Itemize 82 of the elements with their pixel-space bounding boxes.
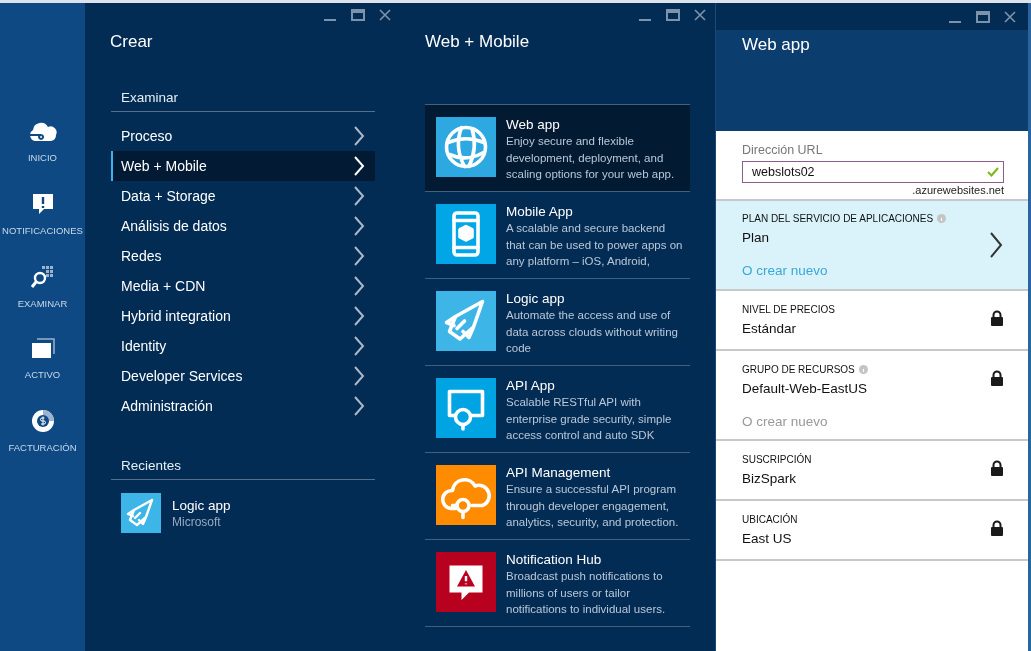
form-row[interactable]: SUSCRIPCIÓN BizSpark [716, 441, 1028, 501]
create-new-link: O crear nuevo [742, 414, 828, 429]
field-label: PLAN DEL SERVICIO DE APLICACIONES [742, 213, 934, 224]
field-value: Estándar [742, 321, 798, 336]
recent-subtitle: Microsoft [172, 514, 222, 529]
item-description: Broadcast push notifications to millions of users or tailor notifications to individual users. [506, 569, 667, 617]
maximize-icon[interactable] [666, 9, 680, 21]
chevron-icon [353, 186, 365, 206]
form-row[interactable]: NIVEL DE PRECIOS Estándar [716, 291, 1028, 351]
menu-item[interactable]: Redes [111, 241, 375, 271]
search-icon[interactable] [29, 265, 56, 289]
chevron-icon [353, 306, 365, 326]
gallery-item[interactable]: Notification Hub Broadcast push notifications to millions of users or tailor notifications to individual users. [425, 540, 690, 627]
menu-item[interactable]: Web + Mobile [111, 151, 375, 181]
close-icon[interactable] [694, 9, 706, 21]
item-description: Automate the access and use of data across clouds without writing code [506, 308, 679, 356]
field-value: BizSpark [742, 471, 798, 486]
section-heading: Examinar [111, 90, 375, 112]
field-value: East US [742, 531, 793, 546]
domain-suffix: .azurewebsites.net [911, 184, 1004, 196]
item-title: Web app [506, 117, 561, 132]
field-label: UBICACIÓN [742, 514, 798, 525]
item-description: A scalable and secure backend that can be used to power apps on any platform – iOS, Android, [506, 221, 684, 269]
blade-title: Web app [742, 35, 811, 55]
chevron-icon [353, 276, 365, 296]
coin-icon[interactable] [30, 409, 55, 433]
item-description: Enjoy secure and flexible development, deployment, and scaling options for your web app. [506, 134, 676, 182]
field-label: GRUPO DE RECURSOS [742, 364, 855, 375]
sidebar-label[interactable]: FACTURACIÓN [8, 442, 77, 453]
notification-icon[interactable] [30, 192, 55, 216]
gallery-item[interactable]: Web app Enjoy secure and flexible development, deployment, and scaling options for your web app. [425, 105, 690, 192]
lock-icon [990, 460, 1004, 476]
gallery-item[interactable]: Logic app Automate the access and use of data across clouds without writing code [425, 279, 690, 366]
sidebar-label[interactable]: EXAMINAR [17, 298, 68, 309]
url-input-field[interactable]: webslots02 [742, 161, 1004, 183]
item-title: API App [506, 378, 556, 393]
menu-item[interactable]: Identity [111, 331, 375, 361]
item-title: Notification Hub [506, 552, 603, 567]
menu-item[interactable]: Análisis de datos [111, 211, 375, 241]
chevron-icon [353, 246, 365, 266]
menu-item[interactable]: Media + CDN [111, 271, 375, 301]
section-heading: Recientes [111, 458, 375, 480]
recent-title[interactable]: Logic app [172, 497, 231, 513]
menu-item[interactable]: Data + Storage [111, 181, 375, 211]
close-icon[interactable] [379, 9, 391, 21]
gallery-item[interactable]: API App Scalable RESTful API with enterprise grade security, simple access control and auto SDK [425, 366, 690, 453]
item-description: Scalable RESTful API with enterprise grade security, simple access control and auto SDK [506, 395, 673, 443]
sidebar-label[interactable]: ACTIVO [24, 369, 61, 380]
chevron-icon [353, 216, 365, 236]
form-row[interactable]: UBICACIÓN East US [716, 501, 1028, 561]
chevron-icon [353, 366, 365, 386]
chevron-icon [353, 336, 365, 356]
close-icon[interactable] [1004, 10, 1016, 23]
gallery-item[interactable]: API Management Ensure a successful API program through developer engagement, analytics, security, and protection. [425, 453, 690, 540]
maximize-icon[interactable] [976, 10, 990, 23]
blade-title: Web + Mobile [425, 32, 531, 52]
item-description: Ensure a successful API program through developer engagement, analytics, security, and protection. [506, 482, 680, 530]
field-value: Default-Web-EastUS [742, 381, 869, 396]
menu-item[interactable]: Developer Services [111, 361, 375, 391]
item-title: API Management [506, 465, 612, 480]
chevron-icon [353, 396, 365, 416]
gallery-item[interactable]: Mobile App A scalable and secure backend that can be used to power apps on any platform – iOS, Android, [425, 192, 690, 279]
menu-item[interactable]: Administración [111, 391, 375, 421]
item-title: Logic app [506, 291, 566, 306]
windows-icon[interactable] [30, 338, 55, 360]
item-title: Mobile App [506, 204, 574, 219]
lock-icon [990, 370, 1004, 386]
lock-icon [990, 520, 1004, 536]
field-label: NIVEL DE PRECIOS [742, 304, 835, 315]
lock-icon [990, 310, 1004, 326]
field-label: Dirección URL [742, 143, 823, 157]
maximize-icon[interactable] [351, 9, 365, 21]
sidebar-label[interactable]: INICIO [28, 152, 57, 163]
field-value: Plan [742, 230, 771, 245]
sidebar-label[interactable]: NOTIFICACIONES [2, 225, 83, 236]
menu-item[interactable]: Proceso [111, 121, 375, 151]
chevron-icon [989, 232, 1003, 258]
chevron-icon [353, 126, 365, 146]
menu-item[interactable]: Hybrid integration [111, 301, 375, 331]
chevron-icon [353, 156, 365, 176]
field-label: SUSCRIPCIÓN [742, 454, 812, 465]
blade-title: Crear [110, 32, 154, 52]
